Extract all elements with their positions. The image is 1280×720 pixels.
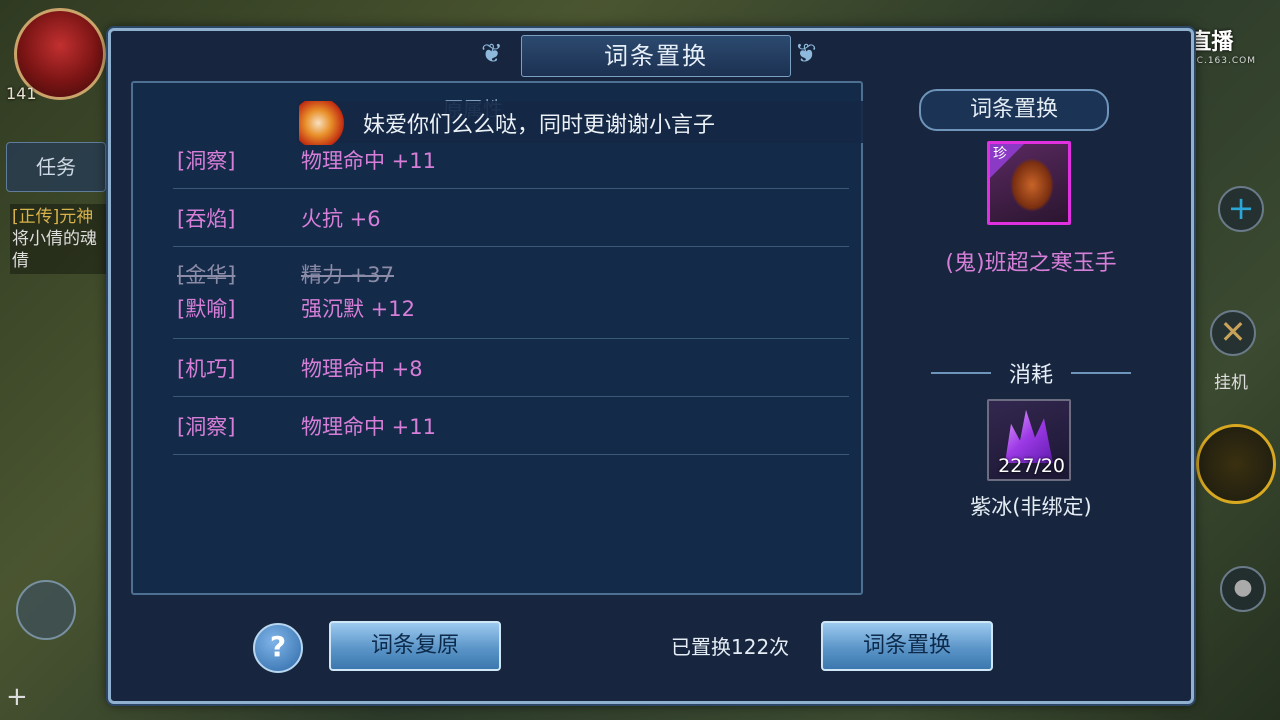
- expand-plus-icon[interactable]: +: [1218, 186, 1264, 232]
- gauntlet-icon: [1010, 158, 1054, 212]
- hangup-label: 挂机: [1214, 373, 1248, 393]
- task-tab[interactable]: 任务: [6, 142, 106, 192]
- attribute-row-replaced: [金华] 精力 +37 [默喻] 强沉默 +12: [173, 247, 849, 339]
- lock-icon[interactable]: ●: [1220, 566, 1266, 612]
- material-slot[interactable]: 227/20: [987, 399, 1071, 481]
- new-attribute-value: 强沉默 +12: [301, 297, 415, 321]
- original-attributes-panel: 原属性 [洞察] 物理命中 +11 [吞焰] 火抗 +6 [金华] 精力 +37…: [131, 81, 863, 595]
- material-count: 227/20: [998, 455, 1065, 477]
- material-name: 紫冰(非绑定): [970, 495, 1092, 519]
- broadcast-text: 妹爱你们么么哒，同时更谢谢小言子: [363, 113, 716, 138]
- live-stream-watermark: 直播 CC.163.COM: [1189, 24, 1256, 66]
- attribute-tag: [洞察]: [177, 149, 236, 173]
- crossed-swords-icon[interactable]: ✕: [1210, 310, 1256, 356]
- equipment-slot[interactable]: 珍: [987, 141, 1071, 225]
- divider-right: [1071, 372, 1131, 374]
- attribute-row: [机巧] 物理命中 +8: [173, 339, 849, 397]
- chat-plus-icon[interactable]: +: [6, 682, 28, 712]
- attribute-swap-dialog: ❦ 词条置换 ❦ 原属性 [洞察] 物理命中 +11 [吞焰] 火抗 +6 [金…: [108, 28, 1194, 704]
- quest-tag: [正传]元神: [12, 207, 94, 227]
- attribute-value: 火抗 +6: [301, 207, 381, 231]
- attribute-tag: [机巧]: [177, 357, 236, 381]
- attribute-tag: [吞焰]: [177, 207, 236, 231]
- live-logo-text: 直播: [1189, 30, 1234, 55]
- megaphone-icon: [299, 101, 347, 145]
- player-level: 141: [6, 84, 37, 103]
- attribute-value: 物理命中 +11: [301, 149, 436, 173]
- title-left-ornament-icon: ❦: [481, 39, 503, 69]
- swap-count-text: 已置换122次: [671, 635, 790, 659]
- attribute-row: [洞察] 物理命中 +11: [173, 141, 849, 189]
- new-attribute-tag: [默喻]: [177, 297, 236, 321]
- old-attribute-value: 精力 +37: [301, 263, 394, 287]
- attribute-value: 物理命中 +11: [301, 415, 436, 439]
- quest-tracker[interactable]: [正传]元神 将小倩的魂倩: [10, 204, 108, 274]
- dialog-title: 词条置换: [521, 35, 791, 77]
- attribute-row: [洞察] 物理命中 +11: [173, 397, 849, 455]
- restore-attributes-button[interactable]: 词条复原: [329, 621, 501, 671]
- live-logo-domain: CC.163.COM: [1189, 56, 1256, 66]
- quest-description: 将小倩的魂倩: [12, 229, 97, 271]
- old-attribute-tag: [金华]: [177, 263, 236, 287]
- skill-button[interactable]: [1196, 424, 1276, 504]
- swap-section-title: 词条置换: [919, 89, 1109, 131]
- equipment-name: (鬼)班超之寒玉手: [945, 251, 1117, 276]
- attribute-tag: [洞察]: [177, 415, 236, 439]
- joystick[interactable]: [16, 580, 76, 640]
- help-button[interactable]: ?: [253, 623, 303, 673]
- swap-attributes-button[interactable]: 词条置换: [821, 621, 993, 671]
- attribute-value: 物理命中 +8: [301, 357, 423, 381]
- title-right-ornament-icon: ❦: [795, 39, 817, 69]
- attribute-row: [吞焰] 火抗 +6: [173, 189, 849, 247]
